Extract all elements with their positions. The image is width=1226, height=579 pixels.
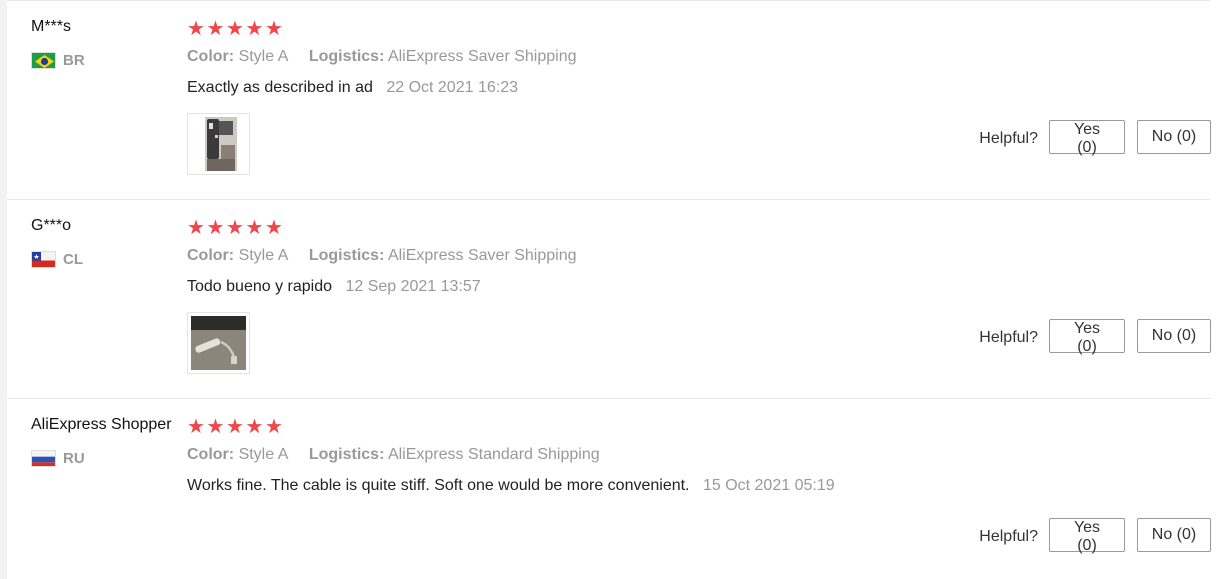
- color-label: Color:: [187, 247, 235, 264]
- helpful-yes-button[interactable]: Yes (0): [1049, 120, 1125, 156]
- review-item: G***o CL ★ ★ ★ ★ ★ Color: Style A Logistics:…: [7, 200, 1211, 399]
- review-item: AliExpress Shopper RU ★ ★ ★ ★ ★ Color: Style…: [7, 399, 1211, 579]
- helpful-label: Helpful?: [979, 129, 1038, 147]
- reviewer-country: BR: [31, 52, 85, 69]
- star-icon: ★: [206, 416, 225, 438]
- logistics-label: Logistics:: [308, 48, 385, 65]
- star-icon: ★: [265, 416, 283, 438]
- helpful-vote: Helpful? Yes (0) No (0): [979, 319, 1211, 355]
- star-icon: ★: [245, 18, 264, 40]
- star-rating: ★ ★ ★ ★ ★: [187, 19, 285, 39]
- helpful-label: Helpful?: [979, 328, 1038, 346]
- color-value: Style A: [238, 48, 289, 65]
- review-date: 12 Sep 2021 13:57: [345, 278, 481, 295]
- review-attributes: Color: Style A Logistics: AliExpress Sta…: [187, 446, 600, 464]
- helpful-label: Helpful?: [979, 527, 1038, 545]
- logistics-label: Logistics:: [308, 446, 385, 463]
- logistics-value: AliExpress Saver Shipping: [387, 48, 577, 65]
- logistics-label: Logistics:: [308, 247, 385, 264]
- review-item: M***s BR ★ ★ ★ ★ ★ Color: Style A Logistics:…: [7, 1, 1211, 200]
- helpful-no-button[interactable]: No (0): [1137, 518, 1211, 552]
- reviewer-name: G***o: [31, 217, 72, 234]
- logistics-value: AliExpress Saver Shipping: [387, 247, 577, 264]
- reviewer-name: M***s: [31, 18, 72, 35]
- review-date: 22 Oct 2021 16:23: [386, 79, 518, 96]
- review-text: Works fine. The cable is quite stiff. So…: [187, 477, 835, 495]
- review-body: Exactly as described in ad: [187, 79, 373, 96]
- review-text: Todo bueno y rapido 12 Sep 2021 13:57: [187, 278, 481, 296]
- brazil-flag-icon: [31, 52, 56, 69]
- photo-image: [191, 117, 246, 171]
- review-text: Exactly as described in ad 22 Oct 2021 1…: [187, 79, 518, 97]
- color-label: Color:: [187, 446, 235, 463]
- star-icon: ★: [187, 416, 205, 438]
- star-icon: ★: [187, 217, 205, 239]
- star-icon: ★: [206, 18, 225, 40]
- helpful-yes-button[interactable]: Yes (0): [1049, 319, 1125, 355]
- helpful-no-button[interactable]: No (0): [1137, 319, 1211, 353]
- review-photo-thumbnail[interactable]: [187, 312, 250, 374]
- reviewer-name: AliExpress Shopper: [31, 416, 172, 433]
- reviewer-country: CL: [31, 251, 83, 268]
- color-value: Style A: [238, 446, 289, 463]
- country-code: CL: [63, 251, 83, 268]
- reviewer-country: RU: [31, 450, 85, 467]
- helpful-vote: Helpful? Yes (0) No (0): [979, 518, 1211, 554]
- review-body: Works fine. The cable is quite stiff. So…: [187, 477, 690, 494]
- review-photo-thumbnail[interactable]: [187, 113, 250, 175]
- helpful-no-button[interactable]: No (0): [1137, 120, 1211, 154]
- review-body: Todo bueno y rapido: [187, 278, 332, 295]
- chile-flag-icon: [31, 251, 56, 268]
- helpful-yes-button[interactable]: Yes (0): [1049, 518, 1125, 554]
- star-rating: ★ ★ ★ ★ ★: [187, 218, 285, 238]
- star-icon: ★: [226, 18, 244, 40]
- country-code: RU: [63, 450, 85, 467]
- left-edge-strip: [0, 0, 7, 579]
- review-attributes: Color: Style A Logistics: AliExpress Sav…: [187, 247, 577, 265]
- review-date: 15 Oct 2021 05:19: [702, 477, 835, 494]
- russia-flag-icon: [31, 450, 56, 467]
- star-icon: ★: [245, 217, 264, 239]
- star-icon: ★: [226, 416, 244, 438]
- star-icon: ★: [245, 416, 264, 438]
- color-label: Color:: [187, 48, 235, 65]
- photo-image: [191, 316, 246, 370]
- star-icon: ★: [187, 18, 205, 40]
- star-rating: ★ ★ ★ ★ ★: [187, 417, 285, 437]
- color-value: Style A: [238, 247, 289, 264]
- star-icon: ★: [265, 217, 283, 239]
- helpful-vote: Helpful? Yes (0) No (0): [979, 120, 1211, 156]
- star-icon: ★: [265, 18, 283, 40]
- review-attributes: Color: Style A Logistics: AliExpress Sav…: [187, 48, 577, 66]
- country-code: BR: [63, 52, 85, 69]
- star-icon: ★: [226, 217, 244, 239]
- logistics-value: AliExpress Standard Shipping: [387, 446, 600, 463]
- star-icon: ★: [206, 217, 225, 239]
